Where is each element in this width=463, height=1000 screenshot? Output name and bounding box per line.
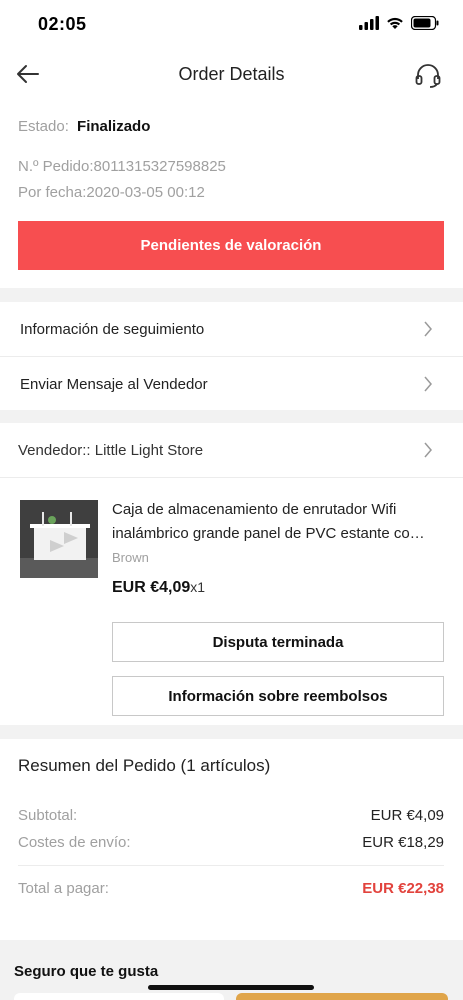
order-number: N.º Pedido:8011315327598825 [18,158,226,175]
section-separator [0,725,463,739]
status-label: Estado: [18,118,69,135]
chevron-right-icon [424,321,432,337]
cellular-signal-icon [359,16,379,30]
seller-row[interactable]: Vendedor:: Little Light Store [0,423,463,477]
product-price: EUR €4,09x1 [112,579,205,597]
wifi-icon [387,17,403,29]
order-summary-title: Resumen del Pedido (1 artículos) [18,756,271,775]
chevron-right-icon [424,442,432,458]
total-row: Total a pagar: EUR €22,38 [18,880,444,897]
tracking-info-label: Información de seguimiento [20,320,205,338]
product-quantity: x1 [190,579,206,595]
shipping-row: Costes de envío: EUR €18,29 [18,834,444,851]
leave-review-button[interactable]: Pendientes de valoración [18,221,444,270]
shipping-value: EUR €18,29 [362,834,444,851]
recommended-product-card[interactable] [236,993,448,1000]
price-value: EUR €4,09 [112,579,191,596]
order-status: Estado: Finalizado [18,115,448,139]
home-indicator[interactable] [148,985,314,990]
order-info: Estado: Finalizado N.º Pedido:8011315327… [18,115,448,205]
message-seller-label: Enviar Mensaje al Vendedor [20,375,208,393]
battery-icon [411,16,439,30]
chevron-right-icon [424,376,432,392]
summary-divider [18,865,444,866]
message-seller-row[interactable]: Enviar Mensaje al Vendedor [0,357,463,411]
section-separator [0,288,463,302]
status-time: 02:05 [38,14,87,34]
subtotal-row: Subtotal: EUR €4,09 [18,807,444,824]
page-title: Order Details [178,64,285,84]
recommendations-title: Seguro que te gusta [14,963,159,980]
tracking-info-row[interactable]: Información de seguimiento [0,302,463,356]
customer-support-button[interactable] [413,60,443,90]
status-bar: 02:05 [0,0,463,50]
dispute-button[interactable]: Disputa terminada [112,622,444,662]
product-item[interactable]: Caja de almacenamiento de enrutador Wifi… [0,490,463,600]
status-value: Finalizado [77,118,151,135]
product-title[interactable]: Caja de almacenamiento de enrutador Wifi… [112,498,448,546]
order-date: Por fecha:2020-03-05 00:12 [18,184,205,201]
headset-icon [415,64,441,88]
section-separator [0,410,463,423]
refund-info-button[interactable]: Información sobre reembolsos [112,676,444,716]
nav-bar: Order Details [0,50,463,98]
total-value: EUR €22,38 [362,880,444,897]
row-divider [0,477,463,478]
recommended-product-card[interactable] [14,993,224,1000]
subtotal-value: EUR €4,09 [370,807,444,824]
shipping-label: Costes de envío: [18,834,131,851]
total-label: Total a pagar: [18,880,109,897]
router-shelf-image [20,500,98,578]
subtotal-label: Subtotal: [18,807,78,824]
product-variant: Brown [112,550,149,565]
product-image[interactable] [20,500,98,578]
seller-name: Vendedor:: Little Light Store [18,441,204,459]
status-icons [359,16,439,30]
